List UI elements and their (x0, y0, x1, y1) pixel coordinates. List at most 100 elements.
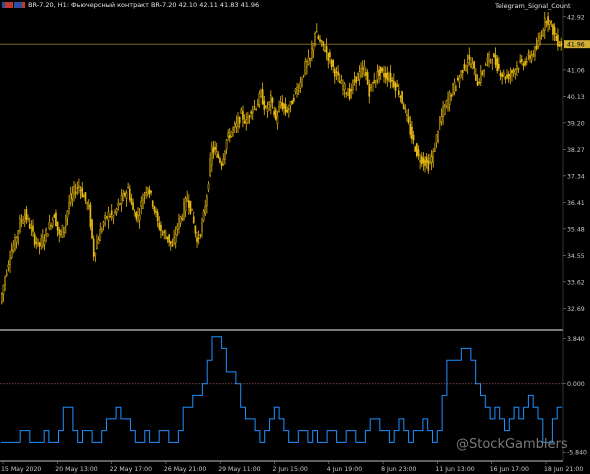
candle-body (64, 218, 67, 227)
trading-chart[interactable]: 42.92 41.06 40.13 39.20 38.27 37.34 36.41 35.48… (0, 0, 590, 474)
candle-body (122, 193, 125, 201)
candle-body (419, 160, 421, 162)
price-tick-label: 39.20 (567, 120, 585, 127)
candle-body (553, 27, 556, 35)
candle-body (55, 212, 57, 226)
candle-body (320, 40, 323, 42)
candle-body (361, 67, 364, 70)
candle-body (470, 63, 472, 68)
candle-body (130, 198, 133, 204)
candle-body (99, 229, 102, 241)
candle-body (117, 202, 120, 207)
candle-body (558, 44, 561, 47)
candle-body (101, 229, 103, 232)
candle-body (245, 119, 248, 125)
candle-body (335, 71, 338, 73)
watermark: @StockGamblers (456, 437, 568, 452)
candle-body (135, 211, 138, 220)
candle-body (291, 100, 293, 105)
candle-body (145, 191, 147, 194)
candle-body (447, 98, 449, 109)
candle-body (112, 215, 115, 219)
candle-body (146, 187, 149, 195)
flag-icon (2, 2, 13, 8)
candle-body (273, 111, 275, 116)
candle-body (297, 90, 300, 92)
candle-body (340, 80, 343, 84)
candle-body (330, 60, 333, 67)
candle-body (210, 146, 213, 166)
candle-body (212, 147, 215, 153)
time-tick-label: 22 May 17:00 (110, 466, 152, 473)
candle-body (358, 71, 361, 80)
candle-body (114, 211, 116, 214)
candle-body (192, 216, 195, 224)
candle-body (337, 71, 339, 76)
candle-body (79, 189, 82, 192)
candle-body (322, 41, 325, 47)
candle-body (30, 227, 33, 229)
time-tick-label: 18 Jun 21:00 (544, 466, 583, 473)
candle-body (520, 58, 523, 62)
candle-body (110, 210, 113, 215)
candle-body (48, 221, 51, 230)
candle-body (43, 240, 46, 245)
candle-body (353, 79, 356, 82)
candle-body (301, 79, 303, 86)
candle-body (560, 41, 563, 47)
candle-body (491, 61, 494, 64)
price-tick-label: 40.13 (567, 94, 585, 101)
candle-body (266, 108, 269, 112)
candle-body (173, 237, 175, 244)
candle-body (124, 192, 126, 196)
candle-body (45, 229, 47, 236)
price-tick-label: 42.92 (567, 14, 585, 21)
candle-body (178, 218, 180, 229)
candle-body (5, 273, 8, 276)
candle-body (66, 210, 69, 218)
candle-body (445, 100, 448, 106)
candle-body (319, 39, 321, 42)
candle-body (389, 72, 392, 83)
candle-body (268, 101, 271, 105)
candle-body (9, 258, 11, 265)
last-price-label: 41.96 (567, 42, 585, 49)
candle-body (163, 230, 166, 234)
candle-body (530, 54, 533, 61)
candle-body (150, 190, 152, 193)
candle-body (465, 65, 467, 71)
candle-body (548, 20, 551, 25)
candle-body (222, 158, 225, 165)
candle-body (230, 131, 233, 137)
time-tick-label: 16 Jun 17:00 (490, 466, 529, 473)
candle-body (370, 84, 372, 88)
candle-body (458, 76, 461, 83)
candle-body (438, 121, 441, 124)
candle-body (552, 24, 554, 35)
candle-body (343, 83, 346, 91)
candle-body (283, 103, 285, 109)
candle-body (386, 72, 389, 81)
candle-body (502, 72, 505, 76)
candle-body (471, 62, 474, 69)
candle-body (507, 73, 510, 80)
candle-body (352, 81, 354, 90)
candle-body (543, 17, 546, 31)
candle-body (422, 157, 425, 164)
candle-body (309, 58, 312, 61)
candle-body (327, 52, 330, 61)
candle-body (356, 73, 359, 81)
candle-body (250, 111, 252, 114)
candle-body (187, 200, 190, 208)
candle-body (555, 35, 558, 41)
candle-body (125, 192, 128, 199)
candle-body (501, 73, 503, 77)
candle-body (514, 69, 517, 75)
candle-body (292, 97, 295, 102)
candle-body (342, 85, 344, 91)
candle-body (440, 116, 443, 122)
candle-body (407, 116, 410, 123)
candle-body (399, 96, 402, 99)
candle-body (38, 242, 41, 247)
candle-body (156, 211, 159, 222)
